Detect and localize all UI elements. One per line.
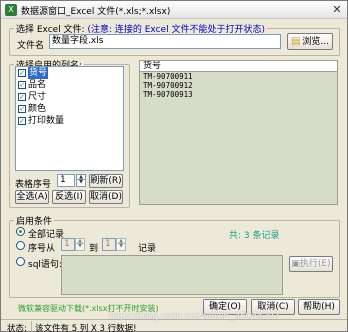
file-name-label: 文件名 <box>17 41 45 51</box>
close-icon[interactable]: ✕ <box>330 3 344 16</box>
column-list-item[interactable]: ✓ 货号 <box>16 67 123 79</box>
column-list-item-label: 尺寸 <box>28 92 47 102</box>
preview-header: 货号 <box>140 61 337 72</box>
conditions-section-legend: 启用条件 <box>16 217 53 227</box>
column-list-item-label: 颜色 <box>28 104 47 114</box>
help-button[interactable]: 帮助(H) <box>298 299 340 315</box>
preview-row: TM-90700913 <box>143 90 193 99</box>
spin-down-icon[interactable]: ▼ <box>76 244 84 249</box>
title-bar[interactable]: X 数据源窗口_Excel 文件(*.xls;*.xlsx) ✕ <box>1 1 347 19</box>
browse-label: 浏览... <box>302 37 330 47</box>
status-separator <box>31 321 32 332</box>
execute-icon: ▣ <box>291 259 300 269</box>
spin-down-icon[interactable]: ▼ <box>117 244 125 249</box>
range-from-input[interactable]: 1 <box>61 238 75 251</box>
range-from-label[interactable]: 序号从 <box>28 241 55 254</box>
sql-radio[interactable] <box>16 257 25 266</box>
checkbox-icon[interactable]: ✓ <box>18 81 26 89</box>
folder-icon: ▤ <box>290 36 301 47</box>
column-list-item-label: 打印数量 <box>28 116 65 126</box>
range-unit-label: 记录 <box>138 244 157 254</box>
record-count-text: 共: 3 条记录 <box>229 231 280 241</box>
execute-button[interactable]: ▣执行(E) <box>289 256 333 272</box>
preview-row: TM-90700912 <box>143 81 193 90</box>
checkbox-icon[interactable]: ✓ <box>18 117 26 125</box>
range-radio[interactable] <box>16 241 25 250</box>
range-to-input[interactable]: 1 <box>102 238 116 251</box>
preview-row: TM-90700911 <box>143 72 193 81</box>
header-row-spinner[interactable]: ▲ ▼ <box>76 174 86 187</box>
data-preview[interactable]: 货号 TM-90700911 TM-90700912 TM-90700913 <box>139 60 338 205</box>
range-to-spinner[interactable]: ▲ ▼ <box>116 238 126 251</box>
all-records-label[interactable]: 全部记录 <box>28 227 64 240</box>
invert-selection-button[interactable]: 反选(I) <box>52 190 86 204</box>
status-text: 该文件有 5 列 X 3 行数据! <box>35 324 137 332</box>
spin-down-icon[interactable]: ▼ <box>77 180 85 185</box>
header-row-input[interactable]: 1 <box>57 174 75 187</box>
excel-app-icon: X <box>5 4 17 16</box>
datasource-window: X 数据源窗口_Excel 文件(*.xls;*.xlsx) ✕ 选择 Exce… <box>0 0 348 332</box>
column-list-item[interactable]: ✓ 品名 <box>16 79 123 91</box>
browse-button[interactable]: ▤ 浏览... <box>287 33 333 50</box>
column-list-item[interactable]: ✓ 尺寸 <box>16 91 123 103</box>
select-all-button[interactable]: 全选(A) <box>15 190 49 204</box>
deselect-button[interactable]: 取消(D) <box>89 190 123 204</box>
header-row-label: 表格序号 <box>15 180 52 190</box>
range-to-label: 到 <box>89 244 99 254</box>
sql-label[interactable]: sql语句: <box>28 257 62 270</box>
column-list[interactable]: ✓ 货号 ✓ 品名 ✓ 尺寸 ✓ 颜色 ✓ 打印数量 <box>15 66 124 171</box>
all-records-radio[interactable] <box>16 227 25 236</box>
column-list-item-label: 货号 <box>28 67 49 79</box>
file-name-field[interactable]: 数量字段.xls <box>49 34 281 49</box>
checkbox-icon[interactable]: ✓ <box>18 93 26 101</box>
column-list-item[interactable]: ✓ 颜色 <box>16 103 123 115</box>
column-list-item-label: 品名 <box>28 80 47 90</box>
refresh-button[interactable]: 刷新(R) <box>89 174 123 188</box>
window-title: 数据源窗口_Excel 文件(*.xls;*.xlsx) <box>21 7 171 17</box>
execute-label: 执行(E) <box>299 259 331 269</box>
checkbox-icon[interactable]: ✓ <box>18 105 26 113</box>
sql-textarea[interactable] <box>61 255 283 295</box>
range-from-spinner[interactable]: ▲ ▼ <box>75 238 85 251</box>
column-list-item[interactable]: ✓ 打印数量 <box>16 115 123 127</box>
checkbox-icon[interactable]: ✓ <box>18 69 26 77</box>
watermark-url: https://blog.csdn.net/weixin_45044202 <box>109 311 280 322</box>
status-label: 状态: <box>7 324 27 332</box>
